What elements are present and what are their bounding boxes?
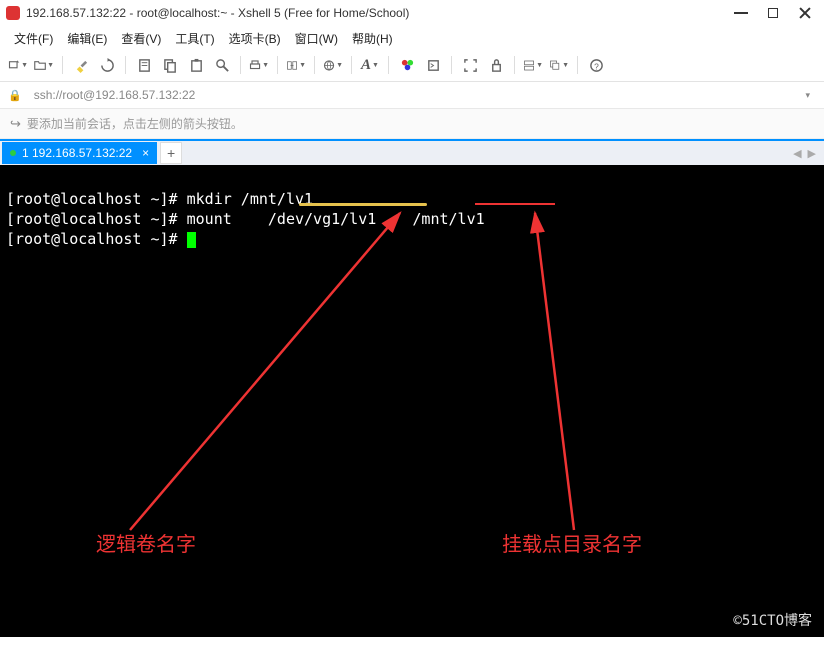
svg-text:?: ? [594, 61, 599, 71]
cmd: mkdir /mnt/lv1 [187, 190, 313, 208]
prompt: [root@localhost ~]# [6, 210, 187, 228]
menu-tabs[interactable]: 选项卡(B) [229, 30, 281, 47]
prompt: [root@localhost ~]# [6, 230, 187, 248]
menu-help[interactable]: 帮助(H) [352, 30, 393, 47]
underline-highlight [299, 203, 427, 206]
address-input[interactable]: ssh://root@192.168.57.132:22 [28, 86, 794, 104]
transfer-button[interactable]: ▼ [286, 55, 306, 75]
status-dot-icon [10, 150, 16, 156]
print-button[interactable]: ▼ [249, 55, 269, 75]
menu-window[interactable]: 窗口(W) [295, 30, 338, 47]
tab-label: 1 192.168.57.132:22 [22, 146, 132, 160]
minimize-button[interactable] [734, 12, 748, 14]
cmd-arg: /dev/vg1/lv1 [268, 210, 376, 228]
scroll-left[interactable]: ◀ [793, 147, 801, 160]
new-session-button[interactable]: ▼ [8, 55, 28, 75]
close-tab-button[interactable]: × [142, 146, 149, 160]
color-button[interactable] [397, 55, 417, 75]
terminal[interactable]: [root@localhost ~]# mkdir /mnt/lv1 [root… [0, 165, 824, 637]
properties-button[interactable] [134, 55, 154, 75]
close-button[interactable] [798, 7, 810, 19]
menu-view[interactable]: 查看(V) [121, 30, 161, 47]
lock-button[interactable] [486, 55, 506, 75]
search-button[interactable] [212, 55, 232, 75]
tile-button[interactable]: ▼ [523, 55, 543, 75]
menu-edit[interactable]: 编辑(E) [67, 30, 107, 47]
cmd: mount [187, 210, 232, 228]
cmd-arg: /mnt/lv1 [412, 210, 484, 228]
scroll-right[interactable]: ▶ [808, 147, 816, 160]
session-tab[interactable]: 1 192.168.57.132:22 × [2, 142, 157, 164]
hint-text: 要添加当前会话，点击左侧的箭头按钮。 [27, 115, 243, 132]
app-icon [6, 6, 20, 20]
arrow-right [535, 213, 574, 530]
arrow-icon[interactable]: ↪ [10, 116, 21, 132]
arrow-left [130, 213, 400, 530]
window-title: 192.168.57.132:22 - root@localhost:~ - X… [26, 6, 734, 20]
underline-highlight [475, 203, 555, 205]
script-button[interactable] [423, 55, 443, 75]
font-button[interactable]: A▼ [360, 55, 380, 75]
cascade-button[interactable]: ▼ [549, 55, 569, 75]
cursor [187, 232, 196, 248]
menu-tools[interactable]: 工具(T) [175, 30, 214, 47]
globe-button[interactable]: ▼ [323, 55, 343, 75]
copy-button[interactable] [160, 55, 180, 75]
annotation-mount-name: 挂载点目录名字 [502, 535, 642, 555]
toolbar: ▼ ▼ ▼ ▼ ▼ A▼ ▼ ▼ ? [0, 51, 824, 82]
fullscreen-button[interactable] [460, 55, 480, 75]
highlight-button[interactable] [71, 55, 91, 75]
reconnect-button[interactable] [97, 55, 117, 75]
open-button[interactable]: ▼ [34, 55, 54, 75]
menu-bar: 文件(F) 编辑(E) 查看(V) 工具(T) 选项卡(B) 窗口(W) 帮助(… [0, 26, 824, 51]
lock-icon: 🔒 [8, 89, 22, 102]
watermark: ©51CTO博客 [733, 611, 812, 631]
address-dropdown[interactable]: ▾ [799, 90, 816, 101]
maximize-button[interactable] [768, 8, 778, 18]
paste-button[interactable] [186, 55, 206, 75]
menu-file[interactable]: 文件(F) [14, 30, 53, 47]
new-tab-button[interactable]: + [160, 142, 182, 164]
help-button[interactable]: ? [586, 55, 606, 75]
prompt: [root@localhost ~]# [6, 190, 187, 208]
annotation-lv-name: 逻辑卷名字 [96, 535, 196, 555]
